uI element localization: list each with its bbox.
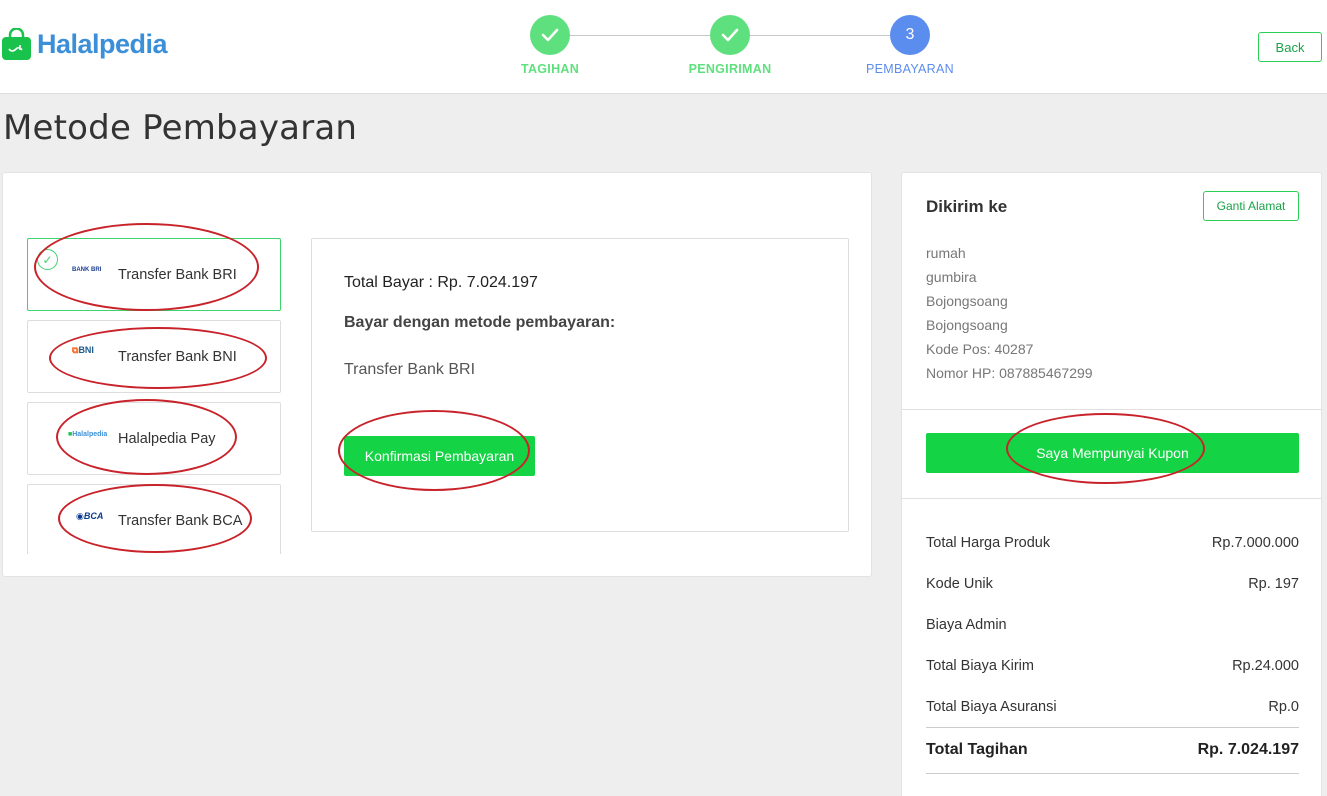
bca-logo: ◉ BCA: [76, 510, 104, 522]
total-value: Rp. 7.024.197: [1197, 741, 1299, 758]
step-connector: [570, 35, 710, 36]
selected-method-text: Transfer Bank BRI: [344, 361, 476, 378]
address-line: rumah: [926, 245, 966, 261]
cost-value: Rp.24.000: [1232, 658, 1299, 674]
order-summary-card: Dikirim ke Ganti Alamat rumah gumbira Bo…: [901, 172, 1322, 796]
total-label: Total Tagihan: [926, 741, 1028, 758]
halalpedia-pay-logo: ■ Halalpedia: [68, 430, 108, 438]
total-row: Total Tagihan Rp. 7.024.197: [926, 741, 1299, 759]
total-bayar-text: Total Bayar : Rp. 7.024.197: [344, 274, 538, 291]
step-tagihan-check-icon: [530, 15, 570, 55]
address-line: Bojongsoang: [926, 293, 1008, 309]
address-line: Kode Pos: 40287: [926, 341, 1034, 357]
cost-label: Kode Unik: [926, 576, 993, 592]
payment-summary-box: Total Bayar : Rp. 7.024.197 Bayar dengan…: [311, 238, 849, 532]
cost-label: Total Harga Produk: [926, 535, 1051, 551]
shipping-title: Dikirim ke: [926, 197, 1008, 216]
bri-logo: BANK BRI: [72, 267, 102, 273]
step-pengiriman-label: PENGIRIMAN: [688, 62, 772, 76]
cost-row: Total Biaya Kirim Rp.24.000: [926, 658, 1299, 674]
logo-text: Halalpedia: [37, 28, 168, 59]
cost-row: Total Harga Produk Rp.7.000.000: [926, 535, 1299, 551]
method-label: Transfer Bank BRI: [118, 267, 237, 283]
payment-method-heading: Bayar dengan metode pembayaran:: [344, 314, 616, 331]
cost-label: Biaya Admin: [926, 617, 1007, 633]
step-tagihan-label: TAGIHAN: [520, 62, 580, 76]
cost-label: Total Biaya Kirim: [926, 658, 1034, 674]
change-address-button[interactable]: Ganti Alamat: [1203, 191, 1299, 221]
shopping-bag-icon: [2, 27, 31, 60]
bni-logo: ⧉ BNI: [72, 344, 94, 356]
divider: [926, 773, 1299, 774]
confirm-payment-button[interactable]: Konfirmasi Pembayaran: [344, 436, 535, 476]
cost-row: Kode Unik Rp. 197: [926, 576, 1299, 592]
check-icon: ✓: [37, 249, 58, 270]
shipping-address: rumah gumbira Bojongsoang Bojongsoang Ko…: [926, 241, 1093, 385]
cost-label: Total Biaya Asuransi: [926, 699, 1057, 715]
address-line: Bojongsoang: [926, 317, 1008, 333]
divider: [902, 409, 1321, 410]
cost-value: Rp.0: [1268, 699, 1299, 715]
halalpedia-logo[interactable]: Halalpedia: [2, 27, 168, 60]
divider: [902, 498, 1321, 499]
step-pengiriman-check-icon: [710, 15, 750, 55]
method-label: Transfer Bank BCA: [118, 513, 243, 529]
page-title: Metode Pembayaran: [3, 108, 358, 148]
address-line: Nomor HP: 087885467299: [926, 365, 1093, 381]
payment-method-card: ✓ BANK BRI Transfer Bank BRI ⧉ BNI Transf…: [2, 172, 872, 577]
method-item-bca[interactable]: ◉ BCA Transfer Bank BCA: [27, 484, 281, 554]
step-pembayaran-label: PEMBAYARAN: [866, 62, 954, 76]
cost-row: Biaya Admin: [926, 617, 1299, 633]
divider: [926, 727, 1299, 728]
step-pembayaran-number: 3: [890, 15, 930, 55]
top-header: Halalpedia TAGIHAN PENGIRIMAN 3 PEMBAYAR…: [0, 0, 1327, 94]
address-line: gumbira: [926, 269, 977, 285]
cost-value: Rp. 197: [1248, 576, 1299, 592]
cost-row: Total Biaya Asuransi Rp.0: [926, 699, 1299, 715]
method-item-bri[interactable]: ✓ BANK BRI Transfer Bank BRI: [27, 238, 281, 311]
step-connector: [750, 35, 890, 36]
method-item-bni[interactable]: ⧉ BNI Transfer Bank BNI: [27, 320, 281, 393]
back-button[interactable]: Back: [1258, 32, 1322, 62]
coupon-button[interactable]: Saya Mempunyai Kupon: [926, 433, 1299, 473]
method-label: Halalpedia Pay: [118, 431, 216, 447]
method-label: Transfer Bank BNI: [118, 349, 237, 365]
method-item-halalpedia-pay[interactable]: ■ Halalpedia Halalpedia Pay: [27, 402, 281, 475]
payment-method-list[interactable]: ✓ BANK BRI Transfer Bank BRI ⧉ BNI Transf…: [27, 238, 283, 554]
cost-value: Rp.7.000.000: [1211, 535, 1299, 551]
